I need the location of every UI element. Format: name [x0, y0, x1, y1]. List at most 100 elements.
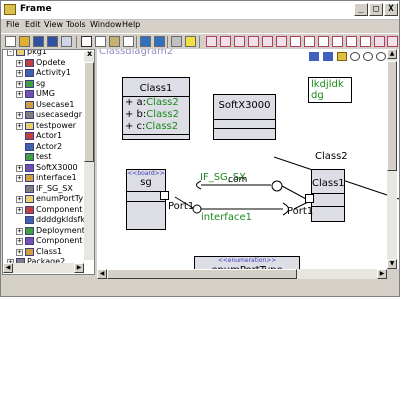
tree-scroll-thumb[interactable]: [84, 62, 94, 162]
print-preview-icon[interactable]: [171, 36, 182, 47]
redo-icon[interactable]: [154, 36, 165, 47]
interface1-label: interface1: [201, 212, 252, 223]
canvas-vertical-scrollbar[interactable]: ▲ ▼: [387, 49, 397, 269]
class1-right-port[interactable]: [305, 194, 314, 203]
note-tool-icon[interactable]: [248, 36, 259, 47]
delete-icon[interactable]: [123, 36, 134, 47]
enum-stereotype: <<enumeration>>: [217, 257, 277, 264]
interface-tool-icon[interactable]: [220, 36, 231, 47]
canvas-hscroll-thumb[interactable]: [107, 269, 297, 279]
minimize-button[interactable]: _: [354, 3, 368, 16]
copy-icon[interactable]: [95, 36, 106, 47]
expand-icon[interactable]: +: [16, 122, 23, 130]
more-tools-icon[interactable]: [387, 36, 398, 47]
print-icon[interactable]: [61, 36, 72, 47]
tree-node-icon: [16, 50, 25, 56]
package-tool-icon[interactable]: [234, 36, 245, 47]
tree-item-label: enumPortTy: [36, 194, 84, 203]
com-label: com: [228, 175, 248, 185]
toolbar-separator: [76, 36, 77, 48]
expand-icon[interactable]: +: [16, 196, 23, 203]
dependency-tool-icon[interactable]: [304, 36, 315, 47]
class1-right-box[interactable]: Class1: [311, 169, 345, 222]
aggregation-tool-icon[interactable]: [360, 36, 371, 47]
menu-view[interactable]: View: [44, 20, 63, 29]
tree-item-label: Opdete: [36, 57, 66, 67]
realization-tool-icon[interactable]: [332, 36, 343, 47]
link-tool-icon[interactable]: [374, 36, 385, 47]
component-tool-icon[interactable]: [262, 36, 273, 47]
tree-item-label: sg: [36, 78, 46, 88]
expand-icon[interactable]: +: [16, 227, 23, 235]
menu-window[interactable]: Window: [90, 20, 122, 29]
expand-icon[interactable]: +: [16, 175, 23, 182]
enum-port-type-box[interactable]: <<enumeration>> enumPortType: [194, 256, 300, 269]
tree-node-icon: [25, 132, 34, 140]
association-tool-icon[interactable]: [290, 36, 301, 47]
tree-node-icon: [25, 121, 34, 130]
expand-icon[interactable]: +: [16, 238, 23, 245]
softx3000-divider-ops: [214, 128, 275, 129]
diagram-canvas[interactable]: Classdiagram2 Class1 + a:Class2 + b:Clas…: [97, 49, 399, 269]
expand-icon[interactable]: +: [16, 80, 23, 88]
class1-box[interactable]: Class1 + a:Class2 + b:Class2 + c:Class2: [122, 77, 190, 140]
class1-attr-b[interactable]: + b:Class2: [125, 109, 179, 120]
toolbar-separator: [199, 36, 200, 48]
generalization-tool-icon[interactable]: [318, 36, 329, 47]
tree-close-icon[interactable]: x: [87, 49, 92, 58]
maximize-button[interactable]: □: [369, 3, 383, 16]
title-bar[interactable]: Frame _ □ X: [1, 1, 399, 20]
softx3000-box[interactable]: SoftX3000: [213, 94, 276, 140]
class1-attr-a[interactable]: + a:Class2: [125, 97, 179, 108]
close-button[interactable]: X: [384, 3, 398, 16]
expand-icon[interactable]: +: [16, 112, 23, 119]
canvas-vscroll-thumb[interactable]: [387, 61, 397, 171]
composition-tool-icon[interactable]: [346, 36, 357, 47]
interface1-lollipop: [192, 204, 202, 214]
new-file-icon[interactable]: [5, 36, 16, 47]
tree-horizontal-scrollbar[interactable]: ◀ ▶: [3, 263, 84, 273]
open-folder-icon[interactable]: [19, 36, 30, 47]
tree-vertical-scrollbar[interactable]: [84, 52, 94, 260]
sg-port[interactable]: [160, 191, 169, 200]
tree-node-icon: [25, 237, 34, 245]
menu-tools[interactable]: Tools: [66, 20, 86, 29]
port-tool-icon[interactable]: [276, 36, 287, 47]
note-box[interactable]: lkdjldk dg: [308, 77, 352, 103]
expand-icon[interactable]: +: [16, 91, 23, 98]
menu-bar: File Edit View Tools Window Help: [1, 19, 399, 32]
menu-edit[interactable]: Edit: [25, 20, 41, 29]
paste-icon[interactable]: [109, 36, 120, 47]
canvas-scroll-left-icon[interactable]: ◀: [97, 269, 107, 279]
expand-icon[interactable]: +: [16, 70, 23, 77]
save-icon[interactable]: [33, 36, 44, 47]
scroll-down-icon[interactable]: ▼: [387, 259, 397, 269]
scroll-right-icon[interactable]: ▶: [74, 263, 84, 273]
canvas-scroll-right-icon[interactable]: ▶: [377, 269, 387, 279]
collapse-icon[interactable]: -: [7, 50, 14, 56]
class-tool-icon[interactable]: [206, 36, 217, 47]
sg-stereotype: <<board>>: [127, 170, 165, 177]
menu-help[interactable]: Help: [122, 20, 140, 29]
tree-node-icon: [25, 247, 34, 256]
expand-icon[interactable]: +: [16, 206, 23, 214]
menu-file[interactable]: File: [6, 20, 19, 29]
canvas-horizontal-scrollbar[interactable]: ◀ ▶: [97, 269, 387, 279]
expand-icon[interactable]: +: [16, 164, 23, 172]
save-all-icon[interactable]: [47, 36, 58, 47]
expand-icon[interactable]: +: [16, 59, 23, 67]
expand-icon[interactable]: +: [16, 248, 23, 256]
scroll-left-icon[interactable]: ◀: [3, 263, 13, 273]
window-title: Frame: [20, 4, 52, 14]
help-icon[interactable]: [185, 36, 196, 47]
model-tree[interactable]: - pkg1 + Opdete + Activity1 + sg + UMG Usecase1 + us…: [2, 49, 95, 275]
undo-icon[interactable]: [140, 36, 151, 47]
class1-attr-c[interactable]: + c:Class2: [125, 121, 178, 132]
cut-icon[interactable]: [81, 36, 92, 47]
tree-item-label: IF_SG_SX: [36, 183, 73, 193]
main-toolbar: [1, 33, 399, 50]
class1-right-divider-ops: [312, 206, 344, 207]
tree-item-label: Class1: [36, 246, 63, 256]
port1-right-label: Port1: [287, 206, 314, 217]
scroll-up-icon[interactable]: ▲: [387, 49, 397, 59]
